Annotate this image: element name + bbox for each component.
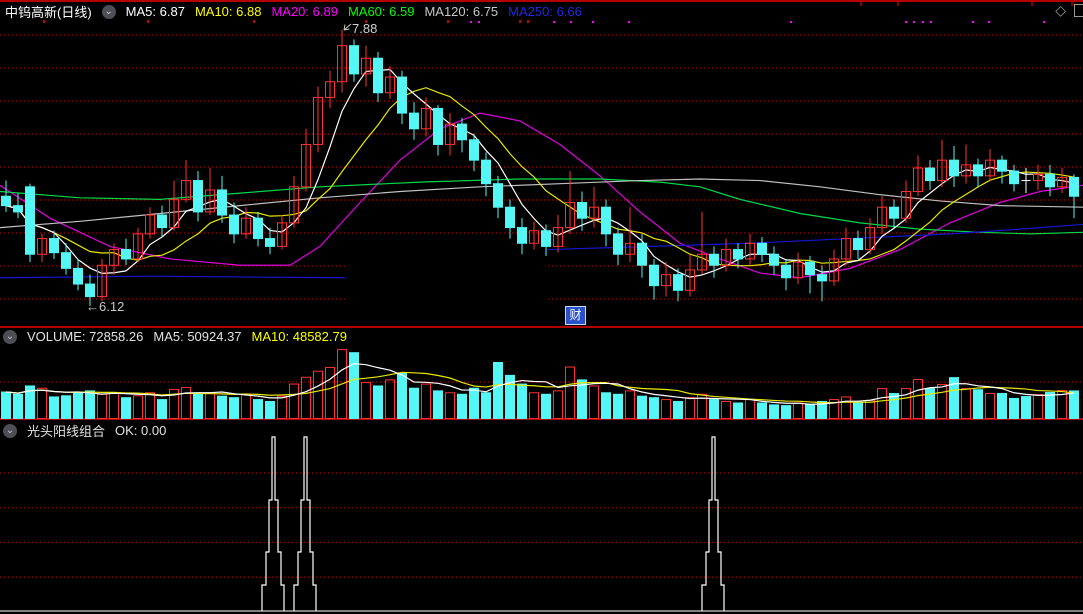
chevron-down-icon[interactable]: ⌄	[101, 4, 116, 19]
indicator-name-label: 光头阳线组合	[27, 424, 106, 439]
peak-price-label: 7.88	[352, 21, 378, 36]
stock-title: 中钨高新(日线)	[5, 5, 92, 20]
trough-price-label: ←6.12	[86, 299, 125, 314]
indicator-panel[interactable]	[0, 438, 1083, 614]
volume-ma10-label: MA10: 48582.79	[251, 329, 347, 344]
ma250-label: MA250: 6.66	[508, 4, 582, 19]
ma120-label: MA120: 6.75	[424, 4, 499, 19]
ma10-label: MA10: 6.88	[194, 4, 262, 19]
volume-panel[interactable]	[0, 347, 1083, 419]
indicator-value-label: OK: 0.00	[115, 423, 167, 438]
chevron-down-icon[interactable]: ⌄	[3, 329, 17, 344]
square-tool-icon[interactable]	[1074, 4, 1083, 17]
ma60-label: MA60: 6.59	[347, 4, 415, 19]
volume-value-label: VOLUME: 72858.26	[27, 329, 144, 344]
diamond-tool-icon[interactable]: ◇	[1055, 2, 1066, 19]
volume-ma5-label: MA5: 50924.37	[153, 329, 242, 344]
titlebar: 中钨高新(日线) ⌄ MA5: 6.87 MA10: 6.88 MA20: 6.…	[5, 2, 582, 21]
watermark-badge: 财	[565, 306, 586, 325]
ma5-label: MA5: 6.87	[125, 4, 185, 19]
ma20-label: MA20: 6.89	[271, 4, 338, 19]
indicator-header: ⌄ 光头阳线组合 OK: 0.00	[3, 421, 166, 440]
stock-chart-window: 中钨高新(日线) ⌄ MA5: 6.87 MA10: 6.88 MA20: 6.…	[0, 0, 1083, 614]
main-chart-panel[interactable]	[0, 20, 1083, 327]
chevron-down-icon[interactable]: ⌄	[3, 423, 17, 438]
volume-header: ⌄ VOLUME: 72858.26 MA5: 50924.37 MA10: 4…	[3, 329, 347, 344]
